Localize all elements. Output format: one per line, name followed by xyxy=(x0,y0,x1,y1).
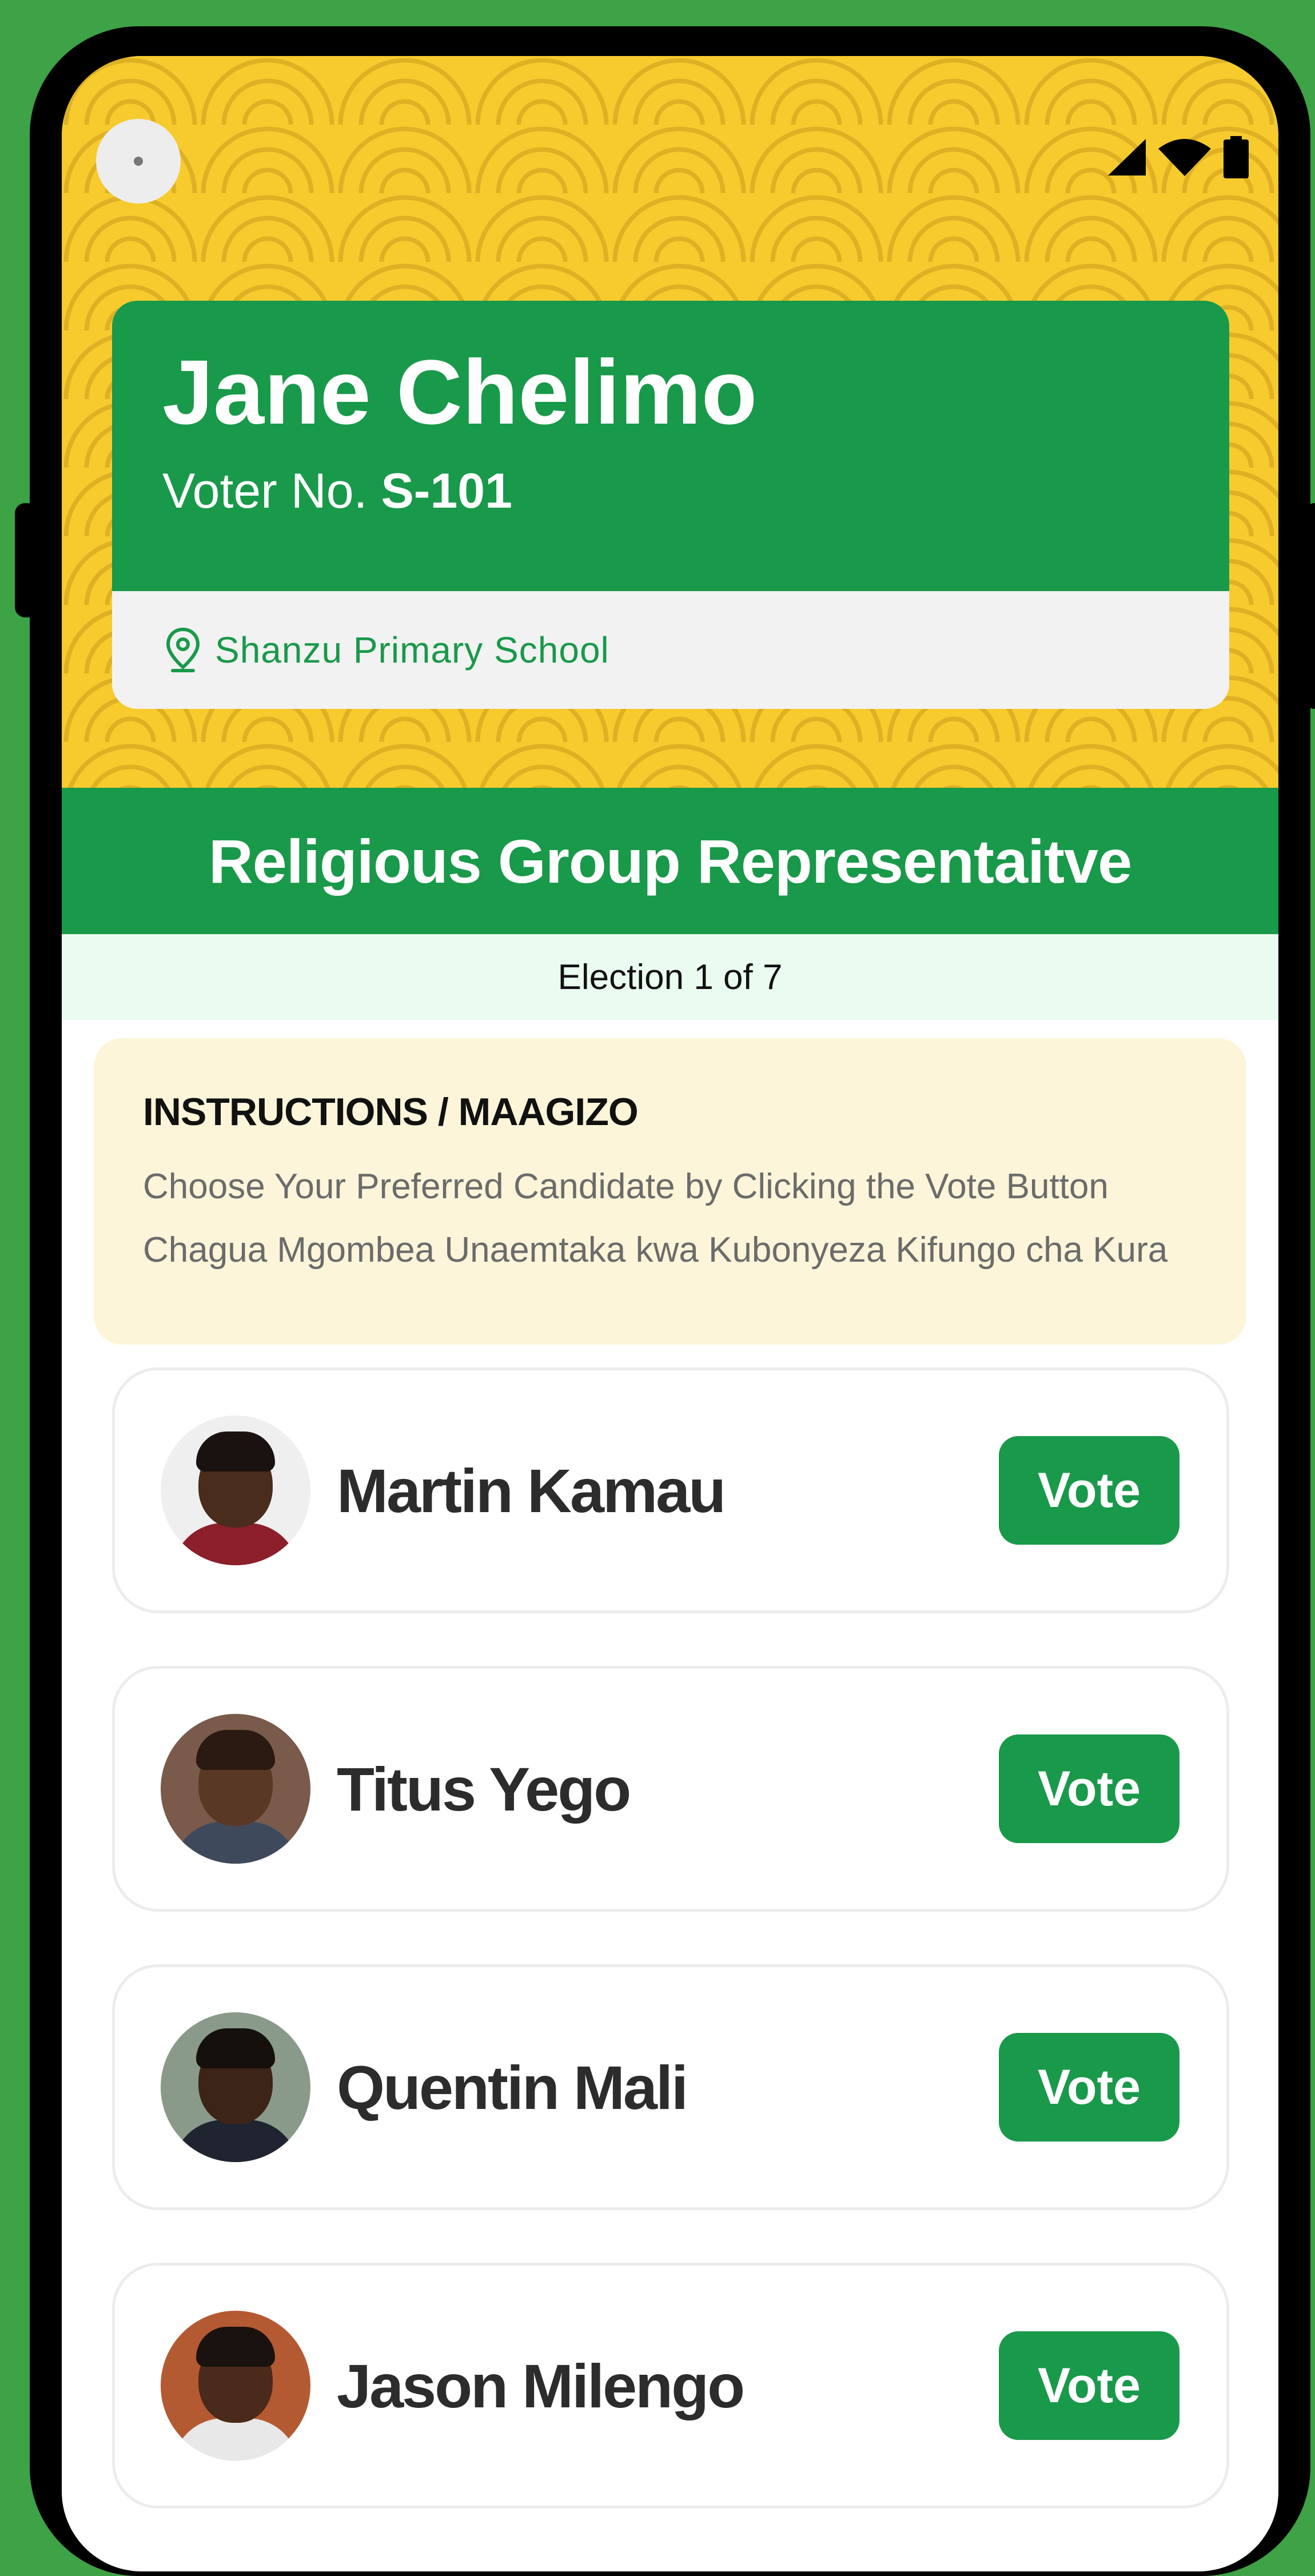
election-progress-bar: Election 1 of 7 xyxy=(62,934,1278,1020)
signal-icon xyxy=(1108,139,1146,176)
candidate-list: Martin Kamau Vote Titus Yego Vote Quenti… xyxy=(112,1367,1229,2561)
header-pattern: Jane Chelimo Voter No. S-101 Shanzu Prim… xyxy=(62,56,1278,788)
voter-info-panel: Jane Chelimo Voter No. S-101 xyxy=(112,301,1229,591)
candidate-name: Quentin Mali xyxy=(337,2052,688,2122)
vote-button[interactable]: Vote xyxy=(999,1734,1179,1843)
app-screen: Jane Chelimo Voter No. S-101 Shanzu Prim… xyxy=(62,56,1278,2571)
election-progress: Election 1 of 7 xyxy=(557,957,783,997)
map-pin-icon xyxy=(166,627,200,672)
vote-button[interactable]: Vote xyxy=(999,2033,1179,2142)
candidate-card: Titus Yego Vote xyxy=(112,1666,1229,1912)
candidate-card: Martin Kamau Vote xyxy=(112,1367,1229,1613)
candidate-card: Quentin Mali Vote xyxy=(112,1964,1229,2210)
instructions-swahili: Chagua Mgombea Unaemtaka kwa Kubonyeza K… xyxy=(143,1230,1168,1270)
election-title-bar: Religious Group Representaitve xyxy=(62,788,1278,934)
voter-name: Jane Chelimo xyxy=(162,341,758,443)
instructions-box: INSTRUCTIONS / MAAGIZO Choose Your Prefe… xyxy=(94,1038,1246,1345)
vote-button[interactable]: Vote xyxy=(999,2331,1179,2440)
candidate-card: Jason Milengo Vote xyxy=(112,2263,1229,2509)
vote-button[interactable]: Vote xyxy=(999,1436,1179,1545)
front-camera xyxy=(96,119,181,204)
candidate-avatar xyxy=(161,1415,310,1565)
candidate-name: Jason Milengo xyxy=(337,2351,745,2421)
polling-station-row: Shanzu Primary School xyxy=(112,591,1229,709)
voter-number: S-101 xyxy=(381,464,512,519)
instructions-english: Choose Your Preferred Candidate by Click… xyxy=(143,1167,1109,1206)
candidate-avatar xyxy=(161,2311,310,2461)
wifi-icon xyxy=(1158,139,1211,176)
candidate-name: Martin Kamau xyxy=(337,1456,726,1525)
candidate-avatar xyxy=(161,2012,310,2162)
candidate-name: Titus Yego xyxy=(337,1754,631,1824)
polling-station-name: Shanzu Primary School xyxy=(215,629,609,671)
status-bar xyxy=(1108,136,1249,178)
battery-icon xyxy=(1224,136,1249,178)
candidate-avatar xyxy=(161,1714,310,1864)
instructions-title: INSTRUCTIONS / MAAGIZO xyxy=(143,1090,639,1134)
election-title: Religious Group Representaitve xyxy=(208,826,1132,896)
voter-number-label: Voter No. xyxy=(162,464,381,519)
voter-number-line: Voter No. S-101 xyxy=(162,466,512,516)
voter-profile-card: Jane Chelimo Voter No. S-101 Shanzu Prim… xyxy=(112,301,1229,709)
